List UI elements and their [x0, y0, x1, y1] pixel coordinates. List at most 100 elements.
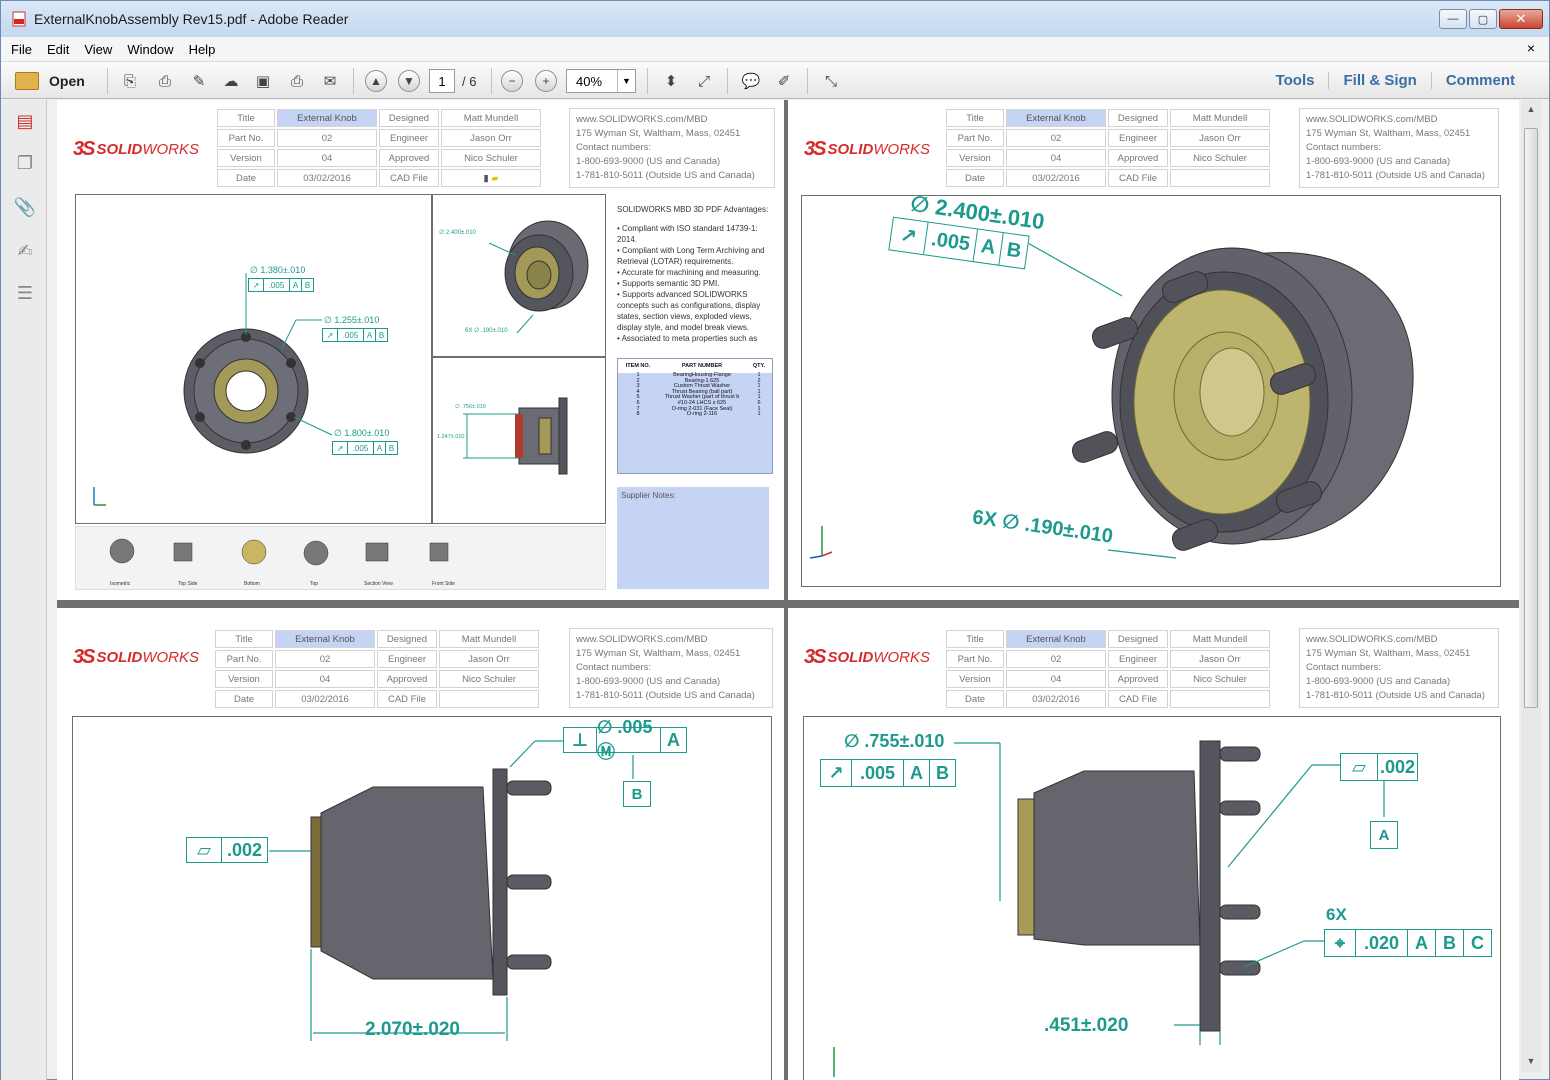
thumb-section[interactable]: Section View: [364, 581, 393, 587]
title-block-table: Title External Knob Designed Matt Mundell P…: [213, 628, 541, 710]
comment-icon[interactable]: ▰: [491, 173, 498, 184]
scroll-up-arrow-icon[interactable]: ▲: [1521, 100, 1541, 118]
fcf-flatness[interactable]: ▱ .002: [186, 837, 268, 863]
model-view-main[interactable]: ∅ 1.380±.010 ↗ .005 A B ∅ 1.255±.010 ↗ .005 A…: [75, 194, 432, 524]
fcf-perpendicularity[interactable]: ⊥ ∅ .005 Ⓜ A: [563, 717, 687, 762]
dim-small-6x[interactable]: 6X ∅ .190±.010: [465, 327, 508, 334]
menu-file[interactable]: File: [6, 42, 37, 57]
fcf-runout[interactable]: ↗ .005 A B: [820, 759, 956, 787]
datum-a[interactable]: A: [1370, 821, 1398, 849]
upload-cloud-icon[interactable]: ☁: [219, 70, 243, 92]
next-page-button[interactable]: ▼: [397, 70, 421, 92]
scroll-thumb[interactable]: [1524, 128, 1538, 708]
thumb-top-side[interactable]: Top Side: [178, 581, 197, 587]
pages-icon[interactable]: ❐: [15, 152, 35, 174]
model-tree-icon[interactable]: ☰: [15, 282, 35, 304]
menu-view[interactable]: View: [79, 42, 117, 57]
fcf-flatness[interactable]: ▱ .002: [1340, 753, 1418, 781]
pdf-page-3: 3S SOLIDWORKS Title External Knob Designed…: [57, 608, 784, 1080]
model-view-iso-small[interactable]: ∅ 2.400±.010 6X ∅ .190±.010: [432, 194, 606, 357]
pdf-file-icon: [12, 11, 26, 27]
highlight-icon[interactable]: ✐: [772, 70, 796, 92]
title-block-table: Title External Knob Designed Matt Mundell P…: [215, 107, 543, 189]
view-thumbnail-models: [109, 538, 449, 566]
page-number-input[interactable]: 1: [429, 69, 455, 93]
dim-1-800[interactable]: ∅ 1.800±.010: [334, 428, 389, 439]
fit-width-icon[interactable]: ⤢: [692, 70, 716, 92]
dim-0-451[interactable]: .451±.020: [1044, 1015, 1128, 1037]
save-icon[interactable]: ▣: [251, 70, 275, 92]
attachments-icon[interactable]: 📎: [14, 196, 36, 218]
fullscreen-icon[interactable]: ⤡: [819, 70, 843, 92]
folder-icon: [15, 72, 39, 90]
signatures-icon[interactable]: ✍: [15, 240, 35, 262]
fcf-position[interactable]: ⌖ .020 A B C: [1324, 929, 1492, 957]
page-thumbnails-icon[interactable]: ▤: [15, 110, 35, 132]
page-total: / 6: [462, 74, 477, 89]
fcf-runout-3[interactable]: ↗ .005 A B: [332, 441, 398, 455]
email-icon[interactable]: ✉: [318, 70, 342, 92]
solidworks-logo: 3S SOLIDWORKS: [804, 646, 930, 668]
thumb-isometric[interactable]: Isometric: [110, 581, 130, 587]
model-view-isometric[interactable]: ∅ 2.400±.010 ↗ .005 A B 6X ∅ .190±.010: [801, 195, 1501, 587]
pdf-page-4: 3S SOLIDWORKS Title External Knob Designed…: [788, 608, 1519, 1080]
dim-0-755[interactable]: ∅ .755±.010: [844, 731, 944, 752]
zoom-in-button[interactable]: +: [534, 70, 558, 92]
dim-1-380[interactable]: ∅ 1.380±.010: [250, 265, 305, 276]
scroll-down-arrow-icon[interactable]: ▼: [1521, 1052, 1541, 1070]
menu-help[interactable]: Help: [184, 42, 221, 57]
close-button[interactable]: ✕: [1499, 9, 1543, 29]
model-view-front[interactable]: ⊥ ∅ .005 Ⓜ A B ▱ .002 2.070±.020: [72, 716, 772, 1080]
previous-page-button[interactable]: ▲: [364, 70, 388, 92]
solidworks-logo: 3S SOLIDWORKS: [73, 646, 199, 668]
dim-small-2-400[interactable]: ∅ 2.400±.010: [439, 229, 476, 236]
solidworks-logo: 3S SOLIDWORKS: [804, 138, 930, 160]
dim-2-070[interactable]: 2.070±.020: [365, 1019, 460, 1041]
sticky-note-icon[interactable]: 💬: [739, 70, 763, 92]
attachment-icon[interactable]: ▮: [483, 173, 488, 184]
minimize-button[interactable]: —: [1439, 9, 1467, 29]
create-pdf-icon[interactable]: ⎘: [118, 70, 142, 92]
fit-page-icon[interactable]: ⬍: [659, 70, 683, 92]
print-icon[interactable]: ⎙: [285, 70, 309, 92]
menu-window[interactable]: Window: [122, 42, 178, 57]
document-viewer[interactable]: 3S SOLIDWORKS Title External Knob Designed…: [57, 100, 1519, 1080]
chevron-down-icon: ▼: [617, 70, 635, 92]
zoom-select[interactable]: 40% ▼: [566, 69, 636, 93]
thumb-top[interactable]: Top: [310, 581, 318, 587]
fill-sign-link[interactable]: Fill & Sign: [1328, 72, 1430, 89]
zoom-out-button[interactable]: −: [500, 70, 524, 92]
vertical-scrollbar[interactable]: ▲ ▼: [1521, 100, 1541, 1072]
model-view-side[interactable]: ∅ .755±.010 ↗ .005 A B ▱ .002 A 6X ⌖ .020 A B C …: [803, 716, 1501, 1080]
app-window: ExternalKnobAssembly Rev15.pdf - Adobe R…: [0, 0, 1550, 1080]
model-view-section-small[interactable]: ∅ .756±.010 1.247±.010: [432, 357, 606, 524]
open-button[interactable]: Open: [15, 68, 85, 94]
thumb-front-side[interactable]: Front Side: [432, 581, 455, 587]
document-close-button[interactable]: ×: [1527, 40, 1535, 56]
comment-link[interactable]: Comment: [1430, 72, 1529, 89]
label-6x: 6X: [1326, 905, 1347, 924]
zoom-value: 40%: [576, 73, 603, 89]
edit-pdf-icon[interactable]: ✎: [187, 70, 211, 92]
navigation-sidebar: ▤ ❐ 📎 ✍ ☰: [1, 100, 47, 1080]
bill-of-materials[interactable]: ITEM NO. PART NUMBER QTY. 1 BearingHousing-…: [617, 358, 773, 474]
window-title: ExternalKnobAssembly Rev15.pdf - Adobe R…: [34, 11, 349, 27]
toolbar: Open ⎘ ⎙ ✎ ☁ ▣ ⎙ ✉ ▲ ▼ 1 / 6 − + 40% ▼ ⬍…: [1, 61, 1549, 99]
dim-small-756[interactable]: ∅ .756±.010: [455, 404, 486, 410]
dim-1-255[interactable]: ∅ 1.255±.010: [324, 315, 379, 326]
export-pdf-icon[interactable]: ⎙: [153, 70, 177, 92]
fcf-runout-2[interactable]: ↗ .005 A B: [322, 328, 388, 342]
datum-b[interactable]: B: [623, 781, 651, 807]
section-model-small: [463, 397, 568, 475]
maximize-button[interactable]: ▢: [1469, 9, 1497, 29]
dim-small-1-247[interactable]: 1.247±.010: [437, 434, 465, 440]
tools-link[interactable]: Tools: [1262, 72, 1329, 89]
fcf-runout-1[interactable]: ↗ .005 A B: [248, 278, 314, 292]
menu-edit[interactable]: Edit: [42, 42, 74, 57]
thumb-bottom[interactable]: Bottom: [244, 581, 260, 587]
contact-block: www.SOLIDWORKS.com/MBD 175 Wyman St, Walt…: [1299, 108, 1499, 188]
view-thumbnails: Isometric Top Side Bottom Top Section Vi…: [75, 526, 606, 590]
title-block-table: Title External Knob Designed Matt Mundell P…: [944, 107, 1272, 189]
supplier-notes[interactable]: Supplier Notes:: [617, 487, 769, 589]
menu-bar: File Edit View Window Help ×: [1, 37, 1549, 61]
